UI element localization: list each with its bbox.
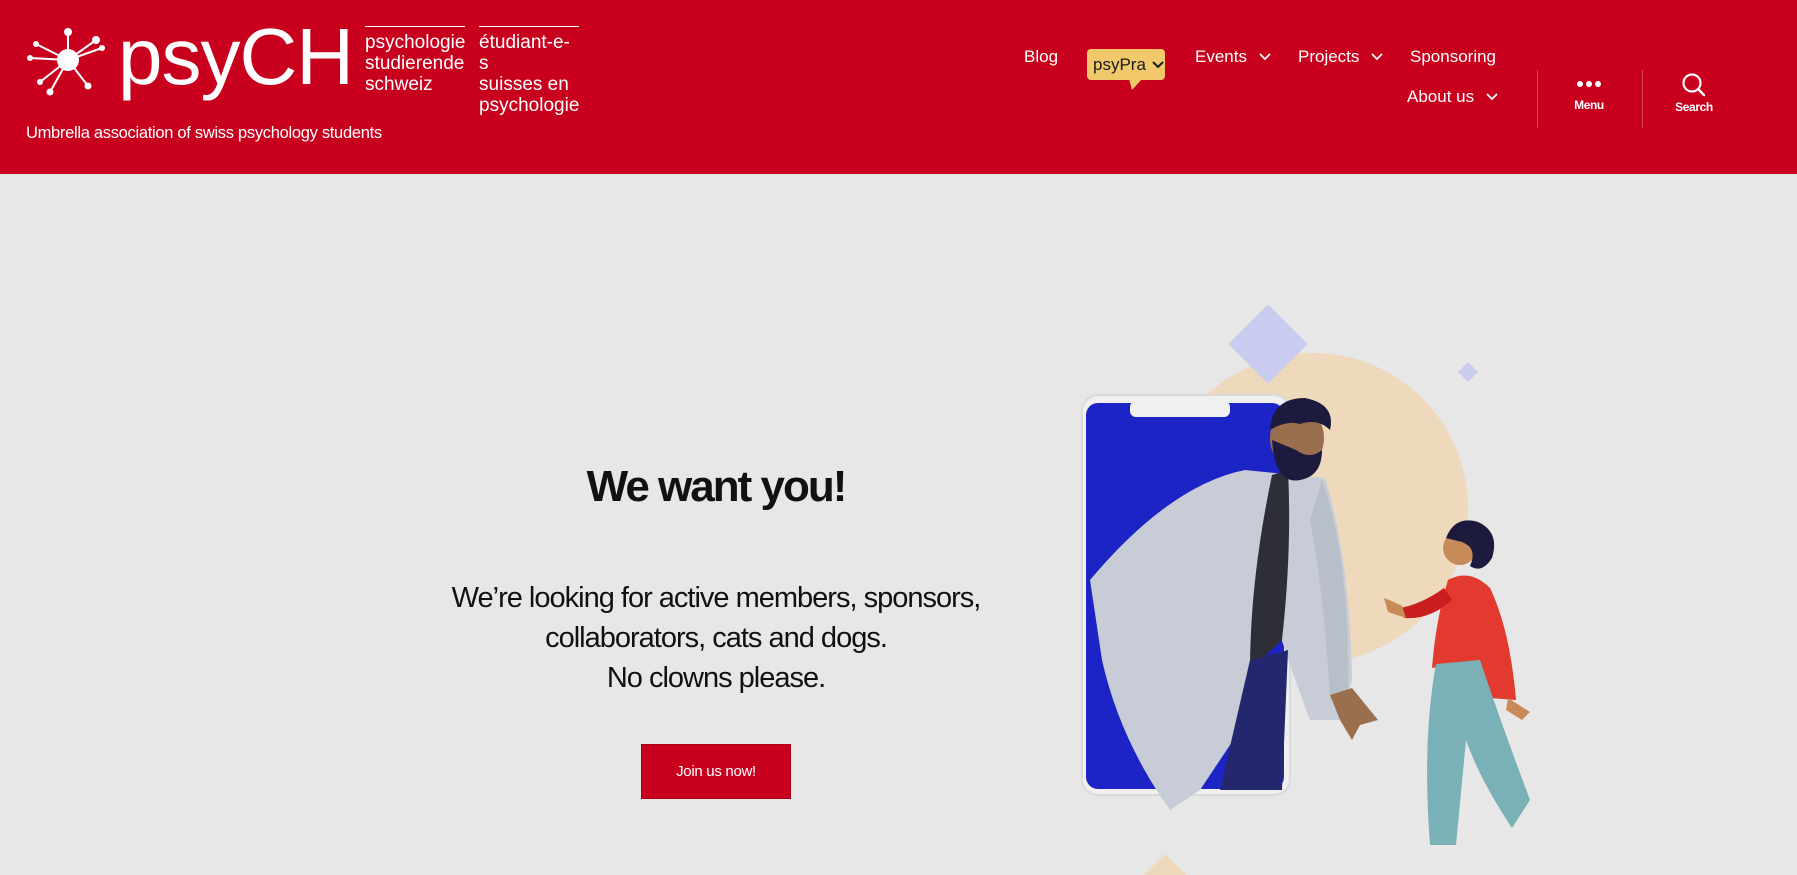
logo-fr-line: psychologie bbox=[479, 95, 580, 116]
menu-toggle-label: Menu bbox=[1574, 98, 1604, 112]
illustration-phone-notch bbox=[1130, 401, 1230, 417]
logo-german-name: psychologie studierende schweiz bbox=[365, 26, 465, 95]
chevron-down-icon bbox=[1371, 53, 1384, 61]
illustration-small-diamond bbox=[1458, 362, 1478, 382]
nav-item-projects[interactable]: Projects bbox=[1298, 47, 1384, 67]
nav-label: psyPra bbox=[1093, 54, 1146, 74]
logo-fr-line: étudiant-e-s bbox=[479, 32, 570, 74]
toolbar-divider bbox=[1642, 70, 1643, 128]
nav-item-about[interactable]: About us bbox=[1407, 87, 1498, 107]
search-toggle-label: Search bbox=[1675, 100, 1713, 114]
menu-toggle-button[interactable]: Menu bbox=[1559, 72, 1619, 112]
toolbar-divider bbox=[1537, 70, 1538, 128]
illustration-bottom-diamond bbox=[1143, 853, 1187, 875]
logo-french-name: étudiant-e-s suisses en psychologie bbox=[479, 26, 579, 116]
site-logo[interactable]: psyCH psychologie studierende schweiz ét… bbox=[26, 17, 579, 116]
nav-item-events[interactable]: Events bbox=[1195, 47, 1271, 67]
logo-de-line: schweiz bbox=[365, 74, 433, 95]
site-tagline: Umbrella association of swiss psychology… bbox=[26, 124, 382, 142]
hero-description: We’re looking for active members, sponso… bbox=[400, 578, 1032, 698]
hero-title: We want you! bbox=[586, 462, 848, 511]
illustration-kid-hand-right bbox=[1506, 698, 1530, 720]
nav-label: Projects bbox=[1298, 47, 1360, 66]
logo-de-line: studierende bbox=[365, 53, 465, 74]
chevron-down-icon bbox=[1486, 93, 1498, 101]
hero-line: We’re looking for active members, sponso… bbox=[451, 582, 982, 614]
nav-label: Events bbox=[1195, 47, 1247, 66]
search-toggle-button[interactable]: Search bbox=[1664, 72, 1724, 114]
chevron-down-icon bbox=[1259, 53, 1271, 61]
nav-label: About us bbox=[1407, 87, 1475, 106]
hero-line: collaborators, cats and dogs. bbox=[545, 622, 888, 654]
logo-fr-line: suisses en bbox=[479, 74, 569, 95]
hero-line: No clowns please. bbox=[606, 662, 826, 694]
nav-item-blog[interactable]: Blog bbox=[1024, 47, 1058, 67]
nav-label: Sponsoring bbox=[1410, 47, 1497, 66]
search-icon bbox=[1682, 73, 1706, 97]
nav-item-psypra[interactable]: psyPra bbox=[1087, 49, 1165, 90]
chevron-down-icon bbox=[1152, 60, 1164, 68]
join-us-button[interactable]: Join us now! bbox=[641, 744, 791, 799]
nav-item-sponsoring[interactable]: Sponsoring bbox=[1410, 47, 1496, 67]
logo-wordmark: psyCH bbox=[118, 12, 354, 101]
site-header: psyCH psychologie studierende schweiz ét… bbox=[0, 0, 1797, 174]
illustration-kid-shoe bbox=[1400, 845, 1458, 858]
hero-illustration bbox=[1081, 304, 1546, 875]
network-logo-icon bbox=[27, 28, 105, 96]
ellipsis-icon bbox=[1577, 81, 1601, 87]
logo-de-line: psychologie bbox=[365, 32, 466, 53]
nav-label: Blog bbox=[1024, 47, 1059, 66]
